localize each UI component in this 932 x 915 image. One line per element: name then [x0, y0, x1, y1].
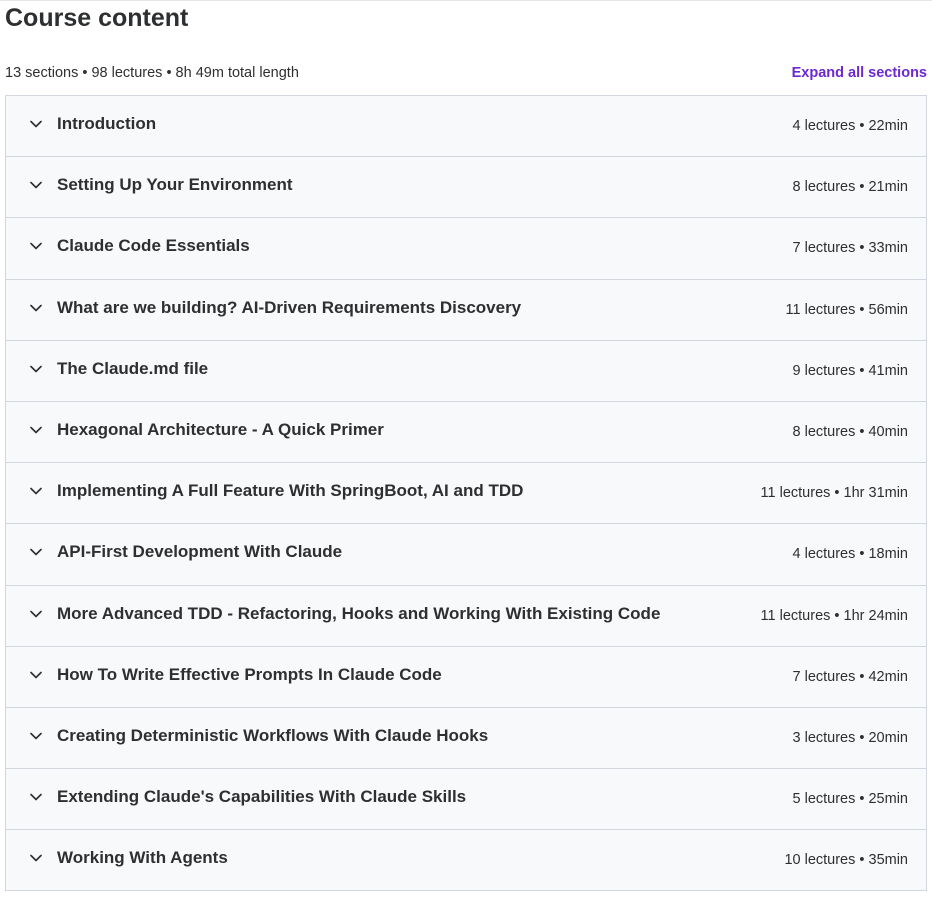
section-meta: 4 lectures • 18min	[792, 546, 909, 563]
section-title: Working With Agents	[57, 848, 228, 868]
chevron-down-icon	[29, 545, 43, 559]
section-meta: 10 lectures • 35min	[784, 852, 908, 869]
section-title: How To Write Effective Prompts In Claude…	[57, 664, 442, 684]
chevron-down-icon	[29, 790, 43, 804]
top-divider	[0, 0, 932, 1]
section-title: What are we building? AI-Driven Requirem…	[57, 297, 522, 317]
section-meta: 9 lectures • 41min	[792, 362, 909, 379]
section-header-13[interactable]: Working With Agents 10 lectures • 35min	[6, 830, 926, 892]
section-title: Setting Up Your Environment	[57, 175, 293, 195]
section-meta: 4 lectures • 22min	[792, 118, 909, 135]
section-title: Extending Claude's Capabilities With Cla…	[57, 787, 467, 807]
chevron-down-icon	[29, 362, 43, 376]
chevron-down-icon	[29, 484, 43, 498]
section-header-3[interactable]: Claude Code Essentials 7 lectures • 33mi…	[6, 218, 926, 280]
section-header-10[interactable]: How To Write Effective Prompts In Claude…	[6, 646, 926, 708]
section-meta: 7 lectures • 42min	[792, 668, 909, 685]
chevron-down-icon	[29, 301, 43, 315]
chevron-down-icon	[29, 668, 43, 682]
section-list: Introduction 4 lectures • 22min Setting …	[5, 95, 927, 892]
page-title: Course content	[5, 4, 189, 32]
chevron-down-icon	[29, 851, 43, 865]
chevron-down-icon	[29, 178, 43, 192]
chevron-down-icon	[29, 607, 43, 621]
chevron-down-icon	[29, 239, 43, 253]
section-header-4[interactable]: What are we building? AI-Driven Requirem…	[6, 279, 926, 341]
section-meta: 11 lectures • 1hr 31min	[760, 485, 908, 502]
section-header-8[interactable]: API-First Development With Claude 4 lect…	[6, 524, 926, 586]
section-title: API-First Development With Claude	[57, 542, 343, 562]
expand-all-sections-button[interactable]: Expand all sections	[792, 65, 927, 81]
section-meta: 11 lectures • 1hr 24min	[760, 607, 908, 624]
course-summary: 13 sections • 98 lectures • 8h 49m total…	[5, 65, 299, 81]
section-header-6[interactable]: Hexagonal Architecture - A Quick Primer …	[6, 401, 926, 464]
section-title: Hexagonal Architecture - A Quick Primer	[57, 420, 384, 440]
chevron-down-icon	[29, 117, 43, 131]
section-header-9[interactable]: More Advanced TDD - Refactoring, Hooks a…	[6, 585, 926, 647]
section-title: Creating Deterministic Workflows With Cl…	[57, 725, 489, 745]
section-header-2[interactable]: Setting Up Your Environment 8 lectures •…	[6, 157, 926, 219]
section-meta: 8 lectures • 40min	[792, 424, 909, 441]
section-title: The Claude.md file	[57, 358, 209, 378]
section-header-12[interactable]: Extending Claude's Capabilities With Cla…	[6, 769, 926, 831]
section-title: Implementing A Full Feature With SpringB…	[57, 481, 524, 501]
section-title: More Advanced TDD - Refactoring, Hooks a…	[57, 603, 661, 623]
section-header-7[interactable]: Implementing A Full Feature With SpringB…	[6, 463, 926, 525]
chevron-down-icon	[29, 423, 43, 437]
section-header-1[interactable]: Introduction 4 lectures • 22min	[6, 96, 926, 158]
section-meta: 8 lectures • 21min	[792, 179, 909, 196]
section-header-11[interactable]: Creating Deterministic Workflows With Cl…	[6, 707, 926, 770]
section-title: Introduction	[57, 114, 157, 134]
chevron-down-icon	[29, 729, 43, 743]
section-meta: 11 lectures • 56min	[785, 301, 908, 318]
section-header-5[interactable]: The Claude.md file 9 lectures • 41min	[6, 340, 926, 402]
section-meta: 3 lectures • 20min	[792, 729, 909, 746]
section-title: Claude Code Essentials	[57, 236, 250, 256]
section-meta: 5 lectures • 25min	[792, 791, 909, 808]
course-summary-row: 13 sections • 98 lectures • 8h 49m total…	[5, 63, 927, 83]
section-meta: 7 lectures • 33min	[792, 240, 909, 257]
